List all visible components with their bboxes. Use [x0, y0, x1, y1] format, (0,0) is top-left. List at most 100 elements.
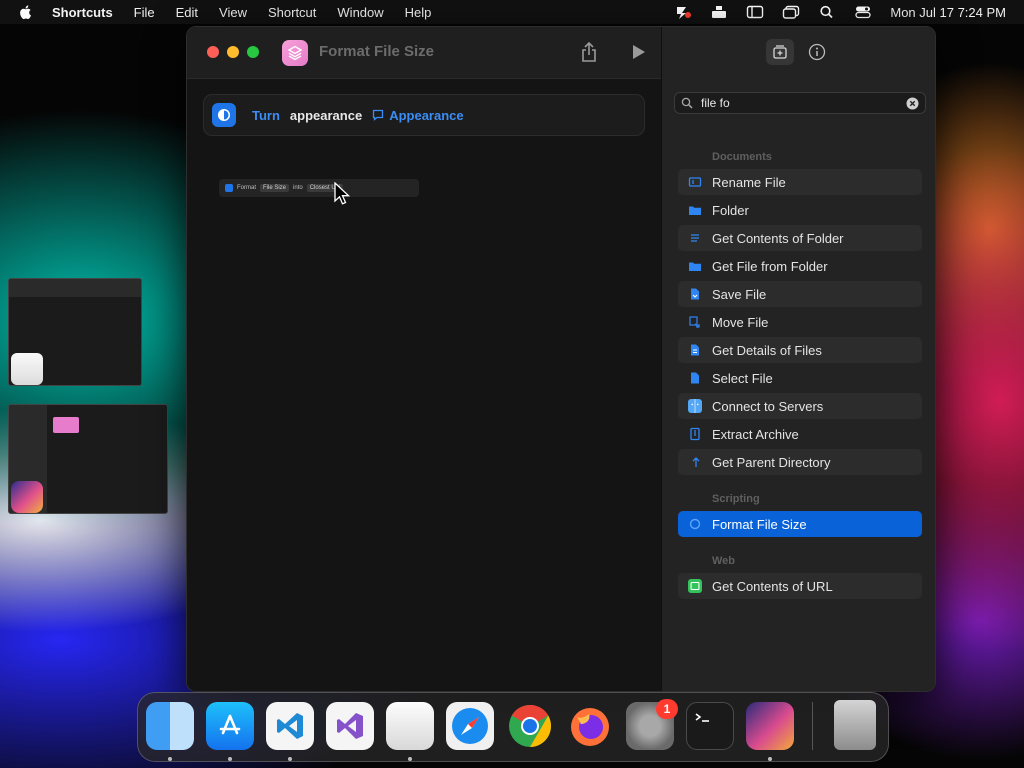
terminal-dock-icon[interactable] [686, 702, 734, 750]
folder-icon [688, 259, 702, 273]
textedit-dock-icon[interactable] [386, 702, 434, 750]
app-store-glyph-icon [219, 714, 241, 735]
apple-logo-icon[interactable] [18, 4, 34, 20]
firefox-dock-icon[interactable] [566, 702, 614, 750]
action-label: Rename File [712, 174, 786, 190]
action-label: Save File [712, 286, 767, 302]
section-documents: Documents [712, 151, 772, 163]
action-label: Get File from Folder [712, 258, 828, 274]
action-verb-token[interactable]: Turn [252, 108, 280, 123]
move-file-icon [688, 315, 702, 329]
action-get-details-of-files[interactable]: Get Details of Files [678, 337, 922, 363]
run-play-icon[interactable] [632, 44, 646, 60]
shortcuts-app-icon [11, 481, 43, 513]
shortcuts-window: Format File Size Turn appearance Appeara… [186, 26, 936, 692]
stage-manager-shortcuts-window[interactable] [8, 404, 168, 514]
action-get-contents-of-url[interactable]: Get Contents of URL [678, 573, 922, 599]
action-move-file[interactable]: Move File [678, 309, 922, 335]
search-input[interactable]: file fo [701, 96, 906, 110]
share-icon[interactable] [580, 41, 598, 63]
clear-search-icon[interactable] [906, 97, 919, 110]
stage-manager-textedit-window[interactable] [8, 278, 142, 386]
chrome-dock-icon[interactable] [506, 702, 554, 750]
chrome-glyph-icon [509, 704, 552, 747]
section-scripting: Scripting [712, 493, 760, 505]
running-indicator [228, 757, 232, 761]
list-folder-icon [688, 231, 702, 245]
action-library-button[interactable] [766, 39, 794, 65]
layers-icon [287, 45, 303, 61]
compass-icon [452, 708, 488, 744]
printer-status-icon[interactable] [710, 5, 728, 19]
rename-file-icon [688, 175, 702, 189]
action-label: Folder [712, 202, 749, 218]
close-window-button[interactable] [207, 46, 219, 58]
shortcut-title[interactable]: Format File Size [319, 43, 434, 60]
action-select-file[interactable]: Select File [678, 365, 922, 391]
action-parameter-text: appearance [289, 107, 363, 123]
shortcuts-dock-icon[interactable] [746, 702, 794, 750]
action-label: Format File Size [712, 516, 807, 532]
action-folder[interactable]: Folder [678, 197, 922, 223]
menu-bar: Shortcuts File Edit View Shortcut Window… [0, 0, 1024, 24]
trash-dock-icon[interactable] [834, 700, 876, 750]
running-indicator [288, 757, 292, 761]
info-icon[interactable] [808, 43, 826, 61]
appearance-variable-token[interactable]: Appearance [372, 107, 464, 123]
preview-word-into: into [293, 185, 303, 191]
visual-studio-dock-icon[interactable] [326, 702, 374, 750]
recording-status-icon[interactable] [674, 5, 692, 19]
action-get-parent-directory[interactable]: Get Parent Directory [678, 449, 922, 475]
visual-studio-glyph-icon [337, 713, 363, 739]
action-label: Get Details of Files [712, 342, 822, 358]
web-contents-icon [688, 579, 702, 593]
stage-manager-icon[interactable] [782, 5, 800, 19]
menu-view[interactable]: View [219, 5, 247, 20]
zoom-window-button[interactable] [247, 46, 259, 58]
shortcut-glyph-icon[interactable] [282, 40, 308, 66]
file-details-icon [688, 343, 702, 357]
app-store-dock-icon[interactable] [206, 702, 254, 750]
menu-shortcut[interactable]: Shortcut [268, 5, 316, 20]
running-indicator [168, 757, 172, 761]
action-label: Get Contents of URL [712, 578, 833, 594]
vscode-dock-icon[interactable] [266, 702, 314, 750]
menu-app-shortcuts[interactable]: Shortcuts [52, 5, 113, 20]
chat-bubble-icon [373, 109, 384, 121]
action-rename-file[interactable]: Rename File [678, 169, 922, 195]
action-label: Extract Archive [712, 426, 799, 442]
action-get-file-from-folder[interactable]: Get File from Folder [678, 253, 922, 279]
spotlight-search-icon[interactable] [818, 5, 836, 19]
status-area: Mon Jul 17 7:24 PM [674, 0, 1006, 24]
control-center-icon[interactable] [854, 5, 872, 19]
safari-dock-icon[interactable] [446, 702, 494, 750]
action-get-contents-of-folder[interactable]: Get Contents of Folder [678, 225, 922, 251]
menu-file[interactable]: File [134, 5, 155, 20]
dragged-action-preview[interactable]: Format File Size into Closest Uni [219, 179, 419, 197]
action-label: Get Parent Directory [712, 454, 831, 470]
search-icon [681, 97, 693, 109]
menu-window[interactable]: Window [337, 5, 383, 20]
format-size-icon [688, 517, 702, 531]
sidebar-status-icon[interactable] [746, 5, 764, 19]
action-label: Move File [712, 314, 769, 330]
action-format-file-size[interactable]: Format File Size [678, 511, 922, 537]
action-label: Get Contents of Folder [712, 230, 844, 246]
minimize-window-button[interactable] [227, 46, 239, 58]
action-turn-appearance[interactable]: Turn appearance Appearance [203, 94, 645, 136]
action-search-field[interactable]: file fo [674, 92, 926, 114]
action-extract-archive[interactable]: Extract Archive [678, 421, 922, 447]
preview-token-file-size: File Size [260, 184, 290, 192]
finder-dock-icon[interactable] [146, 702, 194, 750]
format-action-icon [225, 184, 233, 192]
folder-icon [688, 203, 702, 217]
action-connect-to-servers[interactable]: Connect to Servers [678, 393, 922, 419]
save-file-icon [688, 287, 702, 301]
section-web: Web [712, 555, 736, 567]
archive-icon [688, 427, 702, 441]
menubar-clock[interactable]: Mon Jul 17 7:24 PM [890, 5, 1006, 20]
menu-help[interactable]: Help [405, 5, 432, 20]
appearance-token-label: Appearance [389, 107, 464, 123]
menu-edit[interactable]: Edit [176, 5, 198, 20]
action-save-file[interactable]: Save File [678, 281, 922, 307]
